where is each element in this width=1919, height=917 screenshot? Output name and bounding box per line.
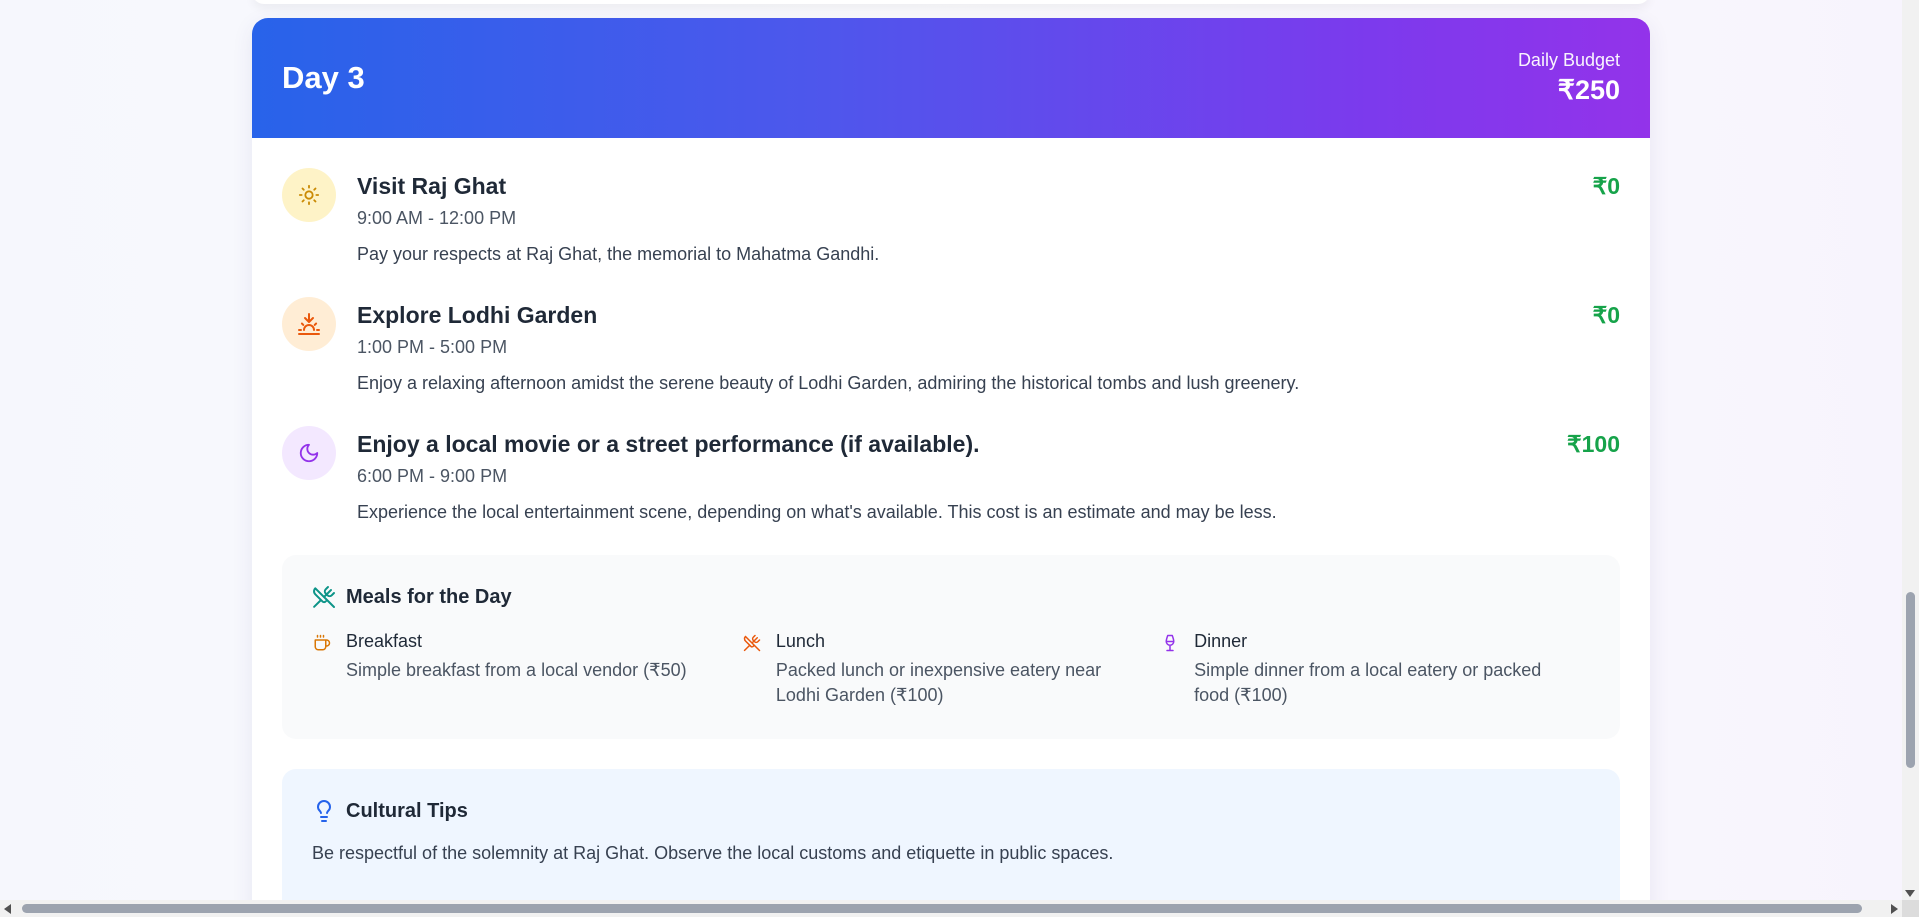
- daily-budget-label: Daily Budget: [1517, 50, 1620, 70]
- scroll-down-arrow-icon[interactable]: [1905, 890, 1915, 897]
- meal-description: Simple breakfast from a local vendor (₹5…: [346, 660, 687, 680]
- sun-icon: [282, 168, 336, 222]
- page-viewport: Day 3 Daily Budget ₹250 Visit Raj Ghat 9…: [0, 0, 1902, 900]
- activity-description: Enjoy a relaxing afternoon amidst the se…: [357, 373, 1300, 393]
- scroll-right-arrow-icon[interactable]: [1891, 904, 1898, 914]
- day-card: Day 3 Daily Budget ₹250 Visit Raj Ghat 9…: [252, 18, 1650, 900]
- daily-budget-value: ₹250: [1557, 75, 1620, 105]
- vertical-scrollbar[interactable]: [1902, 0, 1919, 900]
- daily-budget: Daily Budget ₹250: [1518, 50, 1620, 106]
- moon-icon: [282, 426, 336, 480]
- scrollbar-corner: [1902, 900, 1919, 917]
- coffee-icon: [312, 631, 332, 653]
- activity-time: 1:00 PM - 5:00 PM: [357, 337, 508, 357]
- activity-item: Enjoy a local movie or a street performa…: [282, 426, 1620, 530]
- activity-cost: ₹100: [1566, 431, 1620, 457]
- meal-name: Dinner: [1194, 631, 1248, 651]
- horizontal-scrollbar[interactable]: [0, 900, 1902, 917]
- activity-description: Pay your respects at Raj Ghat, the memor…: [357, 244, 880, 264]
- activity-cost: ₹0: [1592, 173, 1620, 199]
- activity-time: 9:00 AM - 12:00 PM: [357, 208, 517, 228]
- activity-title: Visit Raj Ghat: [357, 173, 507, 199]
- lightbulb-icon: [312, 799, 336, 823]
- vertical-scrollbar-thumb[interactable]: [1906, 592, 1915, 768]
- cultural-tips-title: Cultural Tips: [346, 799, 468, 822]
- activity-title: Explore Lodhi Garden: [357, 302, 598, 328]
- meal-item: Lunch Packed lunch or inexpensive eatery…: [742, 631, 1160, 708]
- meal-name: Breakfast: [346, 631, 423, 651]
- activity-item: Explore Lodhi Garden 1:00 PM - 5:00 PM E…: [282, 297, 1620, 401]
- activity-description: Experience the local entertainment scene…: [357, 502, 1277, 522]
- cultural-tips-text: Be respectful of the solemnity at Raj Gh…: [312, 843, 1114, 863]
- day-header: Day 3 Daily Budget ₹250: [252, 18, 1650, 138]
- horizontal-scrollbar-thumb[interactable]: [22, 904, 1862, 913]
- meal-description: Simple dinner from a local eatery or pac…: [1194, 660, 1542, 705]
- utensils-crossed-icon: [312, 585, 336, 609]
- day-title: Day 3: [282, 60, 365, 95]
- activity-item: Visit Raj Ghat 9:00 AM - 12:00 PM Pay yo…: [282, 168, 1620, 272]
- activity-time: 6:00 PM - 9:00 PM: [357, 466, 508, 486]
- meal-name: Lunch: [775, 631, 825, 651]
- previous-card-edge: [252, 0, 1650, 4]
- meal-description: Packed lunch or inexpensive eatery near …: [775, 660, 1102, 705]
- meal-item: Dinner Simple dinner from a local eatery…: [1160, 631, 1590, 708]
- activity-title: Enjoy a local movie or a street performa…: [357, 431, 980, 457]
- meal-item: Breakfast Simple breakfast from a local …: [312, 631, 742, 708]
- meals-section: Meals for the Day Breakfast Simple break…: [282, 555, 1620, 739]
- activity-list: Visit Raj Ghat 9:00 AM - 12:00 PM Pay yo…: [252, 138, 1650, 530]
- activity-cost: ₹0: [1592, 302, 1620, 328]
- wine-glass-icon: [1160, 631, 1180, 653]
- sunset-icon: [282, 297, 336, 351]
- cultural-tips-section: Cultural Tips Be respectful of the solem…: [282, 769, 1620, 900]
- meals-title: Meals for the Day: [346, 585, 512, 608]
- meal-list: Breakfast Simple breakfast from a local …: [312, 631, 1590, 708]
- scroll-left-arrow-icon[interactable]: [4, 904, 11, 914]
- utensils-icon: [742, 631, 762, 653]
